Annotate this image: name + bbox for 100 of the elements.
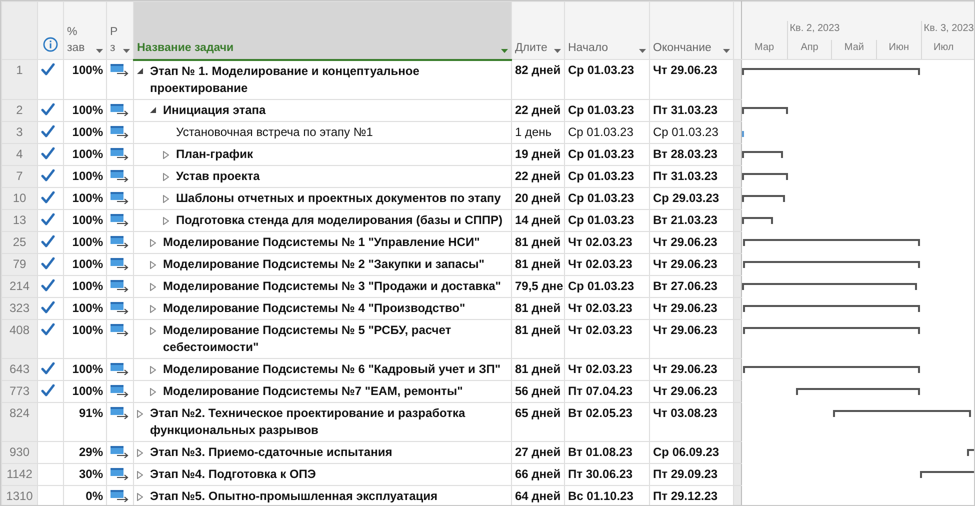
percent-complete: 100% <box>64 165 106 187</box>
collapsed-triangle-icon[interactable] <box>163 216 169 224</box>
column-header[interactable]: % зав <box>64 2 106 60</box>
month-label: Май <box>831 40 876 59</box>
expanded-triangle-icon[interactable] <box>150 106 156 112</box>
row-number: 3 <box>2 121 38 143</box>
dropdown-icon <box>123 49 130 53</box>
start-cell: Ср 01.03.23 <box>564 165 650 187</box>
row-number: 1 <box>2 60 38 99</box>
collapsed-triangle-icon[interactable] <box>150 260 156 268</box>
month-label: Апр <box>786 40 832 59</box>
auto-schedule-icon <box>110 384 129 396</box>
finish-cell: Пт 31.03.23 <box>650 99 734 121</box>
summary-bar <box>742 151 784 158</box>
percent-complete: 100% <box>64 143 106 165</box>
row-number: 323 <box>2 297 38 319</box>
duration-cell: 27 дней <box>512 441 564 463</box>
expanded-triangle-icon[interactable] <box>137 68 143 74</box>
start-cell: Ср 01.03.23 <box>564 121 650 143</box>
collapsed-triangle-icon[interactable] <box>137 492 143 500</box>
finish-cell: Вт 28.03.23 <box>650 143 734 165</box>
row-number: 13 <box>2 209 38 231</box>
start-cell: Чт 02.03.23 <box>564 231 650 253</box>
column-header[interactable]: Название задачи <box>134 2 512 60</box>
collapsed-triangle-icon[interactable] <box>137 448 143 456</box>
collapsed-triangle-icon[interactable] <box>150 388 156 396</box>
dropdown-icon <box>96 49 103 53</box>
collapsed-triangle-icon[interactable] <box>150 326 156 334</box>
collapsed-triangle-icon[interactable] <box>163 194 169 202</box>
percent-complete: 100% <box>64 275 106 297</box>
auto-schedule-icon <box>110 362 129 374</box>
row-number: 2 <box>2 99 38 121</box>
collapsed-triangle-icon[interactable] <box>150 304 156 312</box>
task-name: Шаблоны отчетных и проектных документов по этапу <box>176 190 501 206</box>
start-cell: Чт 02.03.23 <box>564 253 650 275</box>
auto-schedule-icon <box>110 322 129 336</box>
task-name: Подготовка стенда для моделирования (базы и СППР) <box>176 212 502 228</box>
row-number: 408 <box>2 319 38 358</box>
duration-cell: 56 дней <box>512 380 564 402</box>
collapsed-triangle-icon[interactable] <box>163 172 169 180</box>
duration-cell: 81 дней <box>512 253 564 275</box>
start-cell: Вт 02.05.23 <box>564 402 650 441</box>
task-name: Этап №2. Техническое проектирование и разработка функциональных разрывов <box>150 404 466 438</box>
finish-cell: Чт 29.06.23 <box>650 231 734 253</box>
start-cell: Чт 02.03.23 <box>564 297 650 319</box>
task-name: Моделирование Подсистемы № 1 "Управление НСИ" <box>163 234 480 250</box>
finish-cell: Вт 27.06.23 <box>650 275 734 297</box>
auto-schedule-icon <box>110 234 129 248</box>
percent-complete: 100% <box>64 297 106 319</box>
start-cell: Вт 01.08.23 <box>564 441 650 463</box>
task-name: План-график <box>176 146 254 162</box>
task-name: Этап №4. Подготовка к ОПЭ <box>150 466 316 482</box>
row-number: 1142 <box>2 463 38 485</box>
task-name: Моделирование Подсистемы № 6 "Кадровый учет и ЗП" <box>163 360 501 378</box>
duration-cell: 19 дней <box>512 143 564 165</box>
duration-cell: 14 дней <box>512 209 564 231</box>
auto-schedule-icon <box>110 63 129 76</box>
collapsed-triangle-icon[interactable] <box>137 470 143 478</box>
auto-schedule-icon <box>110 444 129 458</box>
collapsed-triangle-icon[interactable] <box>150 238 156 246</box>
task-name: Устав проекта <box>176 168 260 184</box>
duration-cell: 81 дней <box>512 297 564 319</box>
start-cell: Ср 01.03.23 <box>564 275 650 297</box>
percent-complete: 100% <box>64 60 106 99</box>
duration-cell: 81 дней <box>512 231 564 253</box>
finish-cell: Пт 31.03.23 <box>650 165 734 187</box>
row-number: 79 <box>2 253 38 275</box>
duration-cell: 22 дней <box>512 99 564 121</box>
collapsed-triangle-icon[interactable] <box>137 410 143 418</box>
dropdown-icon <box>639 49 646 53</box>
column-header[interactable]: Окончание <box>650 2 734 60</box>
start-cell: Чт 02.03.23 <box>564 319 650 358</box>
column-header[interactable]: Начало <box>564 2 650 60</box>
column-header[interactable]: Р з <box>106 2 134 60</box>
auto-schedule-icon <box>110 124 129 138</box>
duration-cell: 66 дней <box>512 463 564 485</box>
row-number: 1310 <box>2 485 38 505</box>
collapsed-triangle-icon[interactable] <box>163 150 169 158</box>
row-number: 824 <box>2 402 38 441</box>
percent-complete: 100% <box>64 99 106 121</box>
row-number: 25 <box>2 231 38 253</box>
duration-cell: 79,5 дне <box>512 275 564 297</box>
collapsed-triangle-icon[interactable] <box>150 282 156 290</box>
duration-cell: 82 дней <box>512 60 564 99</box>
task-name: Этап №5. Опытно-промышленная эксплуатация <box>150 488 438 504</box>
percent-complete: 91% <box>64 402 106 441</box>
column-header[interactable]: Длите <box>512 2 564 60</box>
collapsed-triangle-icon[interactable] <box>150 366 156 374</box>
row-number: 773 <box>2 380 38 402</box>
task-name: Инициация этапа <box>163 102 266 118</box>
auto-schedule-icon <box>110 190 129 204</box>
row-number: 643 <box>2 358 38 380</box>
auto-schedule-icon <box>110 488 129 502</box>
start-cell: Чт 02.03.23 <box>564 358 650 380</box>
task-name: Моделирование Подсистемы №7 "ЕАМ, ремонты" <box>163 382 463 400</box>
quarter-label: Кв. 2, 2023 <box>786 21 921 40</box>
quarter-label: Кв. 3, 2023 <box>920 21 974 40</box>
percent-complete: 100% <box>64 380 106 402</box>
task-name: Моделирование Подсистемы № 4 "Производство" <box>163 300 466 316</box>
finish-cell: Вт 21.03.23 <box>650 209 734 231</box>
